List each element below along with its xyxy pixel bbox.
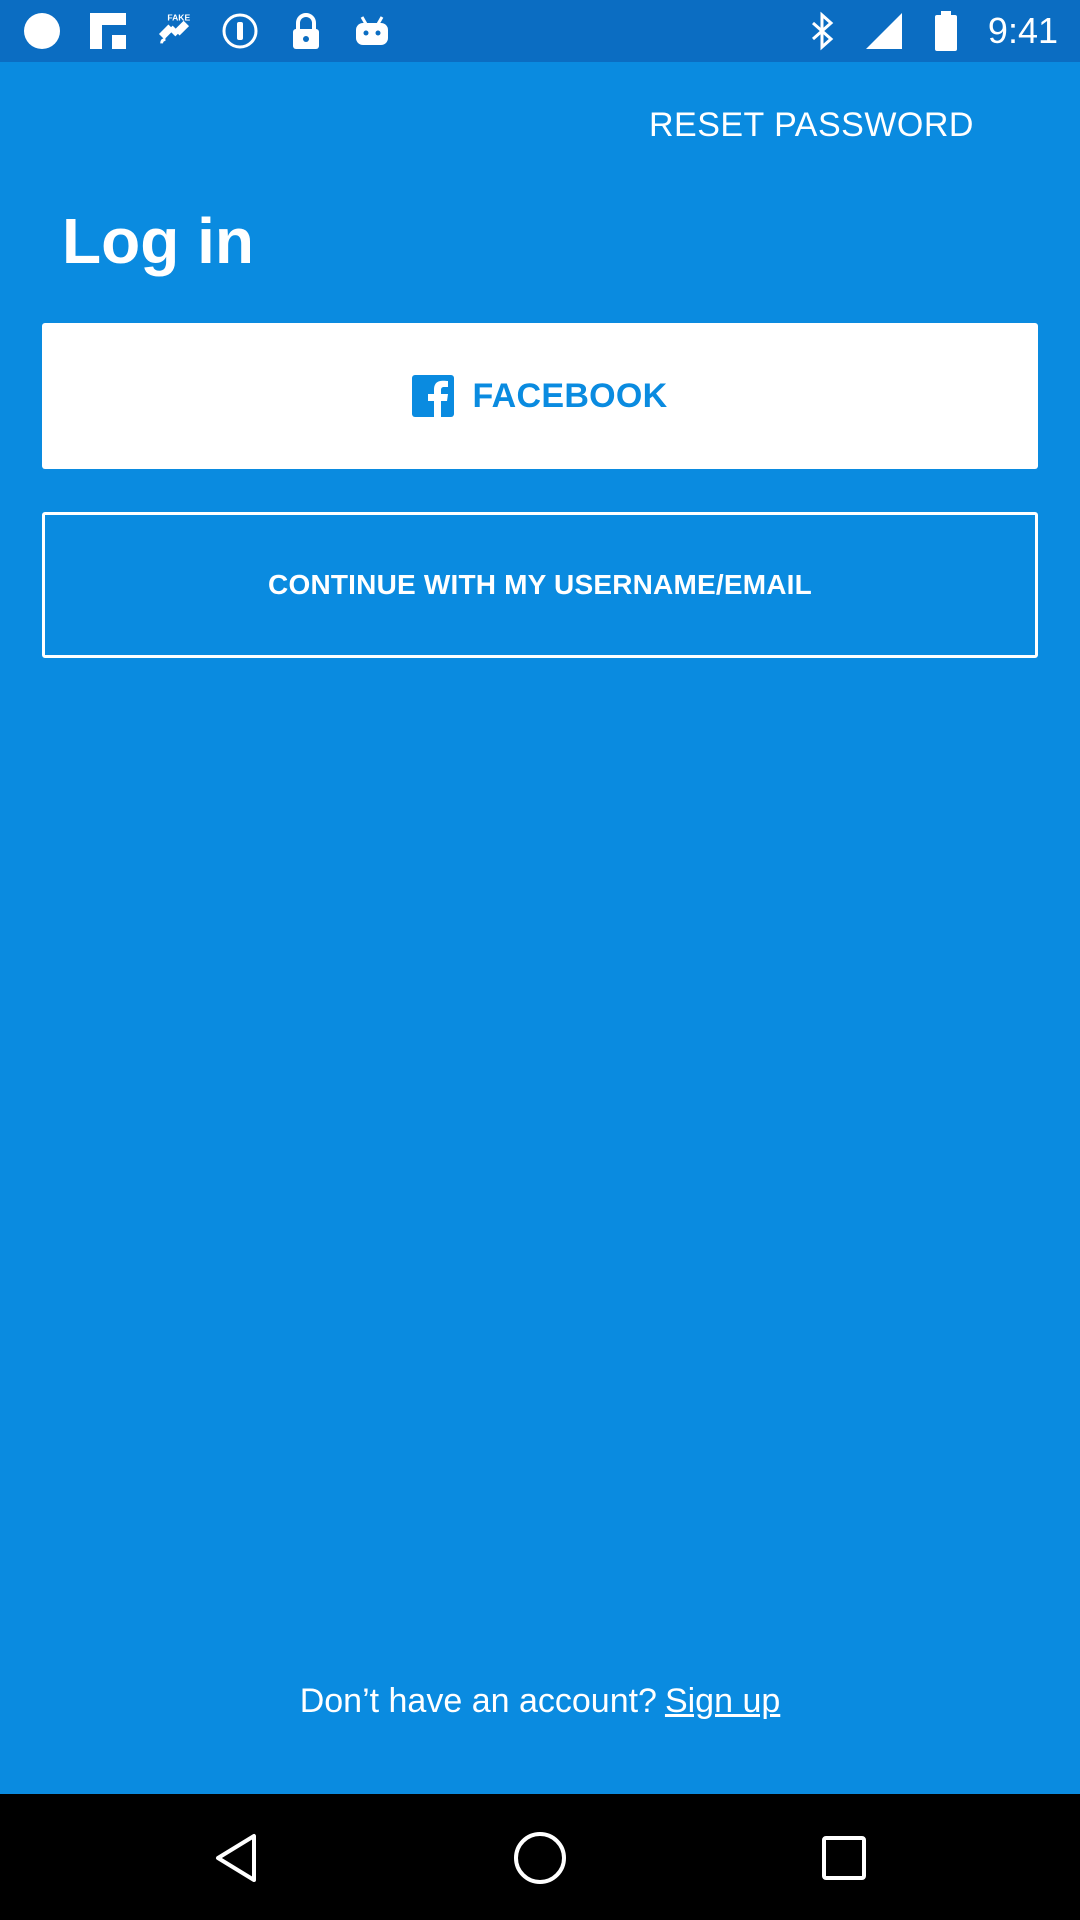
signal-icon: [864, 11, 904, 51]
lock-icon: [286, 11, 326, 51]
fake-gps-icon: FAKE: [154, 11, 194, 51]
svg-text:FAKE: FAKE: [167, 13, 190, 23]
facebook-login-button[interactable]: FACEBOOK: [42, 323, 1038, 469]
android-icon: [352, 11, 392, 51]
email-button-label: CONTINUE WITH MY USERNAME/EMAIL: [268, 569, 812, 600]
back-icon[interactable]: [208, 1830, 264, 1886]
login-screen: RESET PASSWORD Log in FACEBOOK CONTINUE …: [0, 62, 1080, 1794]
status-time: 9:41: [987, 10, 1058, 51]
battery-icon: [926, 11, 966, 51]
bluetooth-icon: [802, 11, 842, 51]
facebook-icon: [412, 375, 455, 417]
status-right-icons: 9:41: [802, 8, 1058, 54]
signup-link[interactable]: Sign up: [665, 1682, 780, 1720]
status-bar: FAKE 9:41: [0, 0, 1080, 62]
flipboard-icon: [88, 11, 128, 51]
reset-password-button[interactable]: RESET PASSWORD: [649, 106, 974, 145]
navigation-bar: [0, 1794, 1080, 1920]
recents-icon[interactable]: [816, 1830, 872, 1886]
page-title: Log in: [62, 205, 254, 277]
circle-icon: [22, 11, 62, 51]
status-left-icons: FAKE: [22, 8, 392, 54]
screen: FAKE 9:41 RESET PASSWORD Log in FACEBOOK…: [0, 0, 1080, 1920]
username-email-login-button[interactable]: CONTINUE WITH MY USERNAME/EMAIL: [42, 512, 1038, 658]
signup-prompt: Don’t have an account?: [299, 1682, 657, 1720]
info-icon: [220, 11, 260, 51]
signup-row: Don’t have an account? Sign up: [0, 1682, 1080, 1721]
facebook-button-label: FACEBOOK: [472, 376, 668, 415]
home-icon[interactable]: [512, 1830, 568, 1886]
